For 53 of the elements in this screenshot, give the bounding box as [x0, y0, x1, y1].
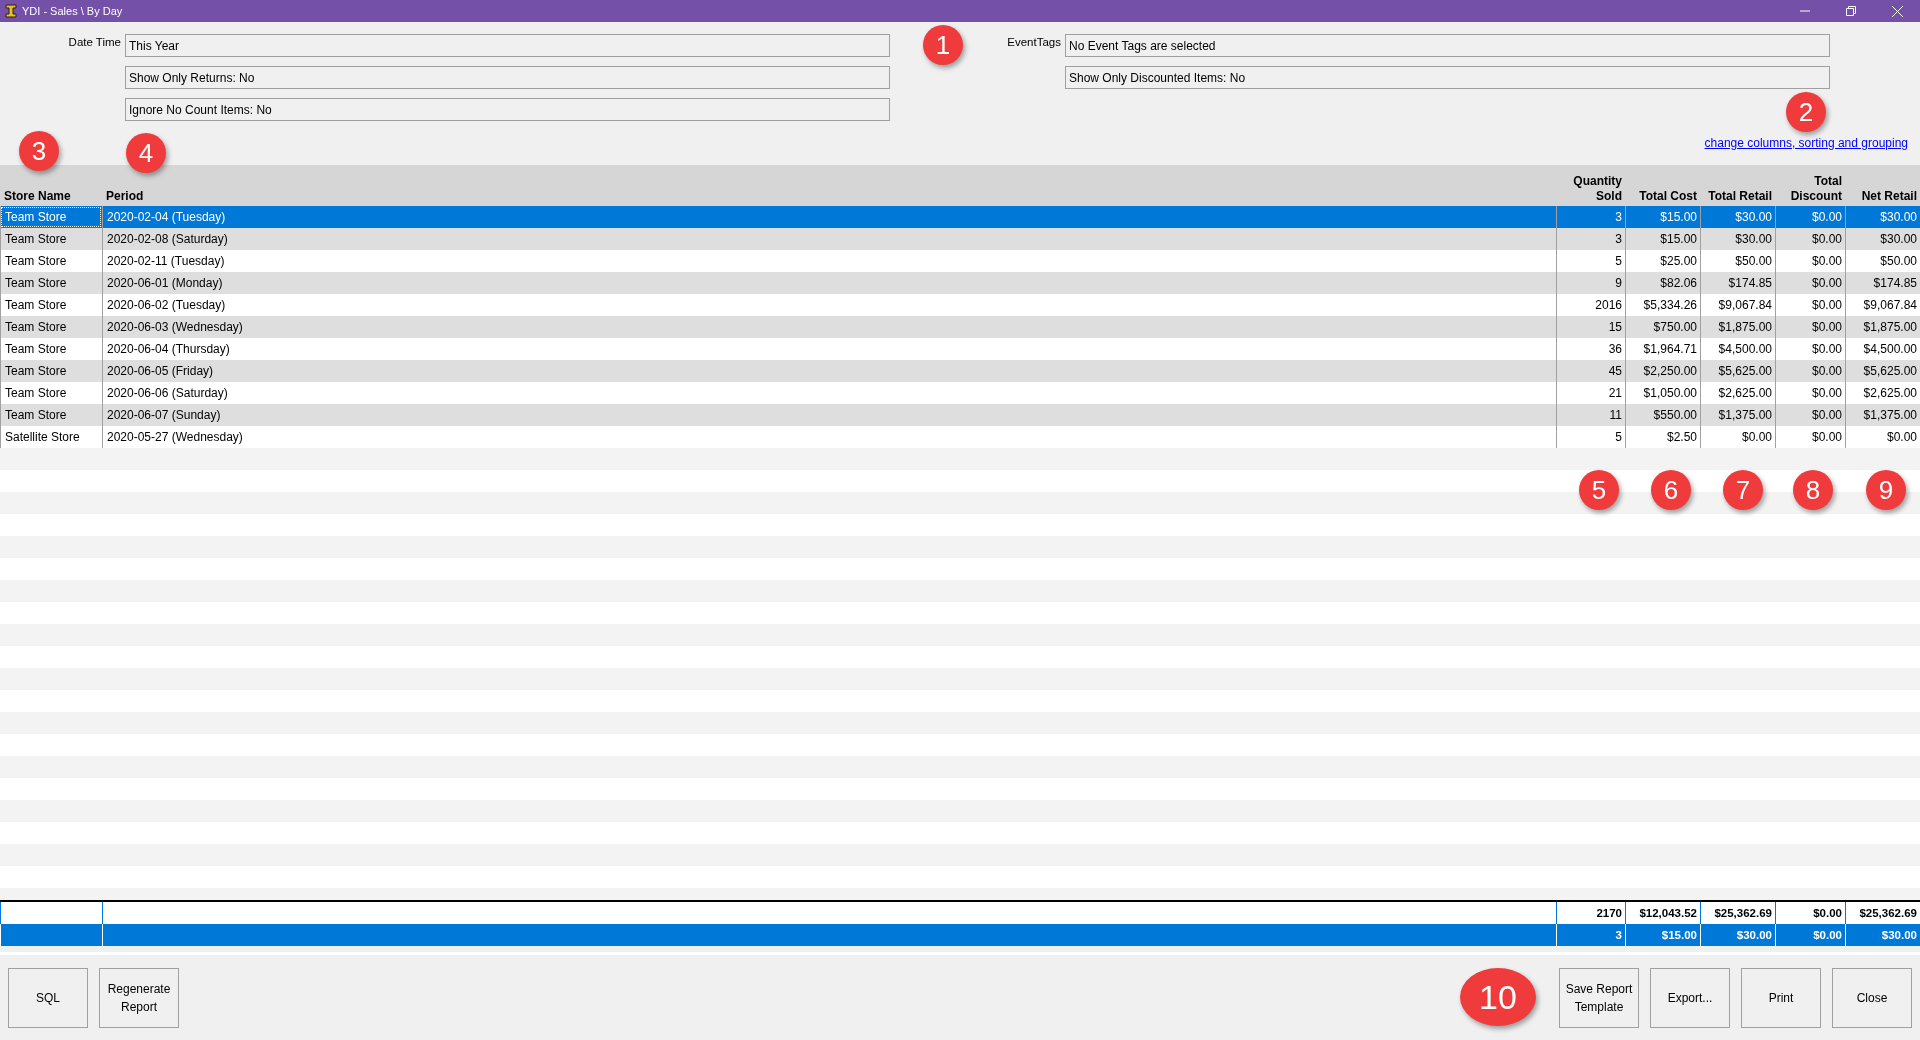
restore-icon: [1846, 6, 1856, 16]
total-cell: $30.00: [1700, 924, 1775, 946]
filter-field[interactable]: No Event Tags are selected: [1065, 34, 1830, 57]
column-header[interactable]: Total Cost: [1625, 189, 1700, 206]
table-row[interactable]: Team Store 2020-06-06 (Saturday) 21 $1,050.00 $2,625.00 $0.00 $2,625.00: [0, 382, 1920, 404]
column-header[interactable]: Quantity Sold: [1556, 174, 1625, 206]
total-cell: 3: [1556, 924, 1625, 946]
action-button[interactable]: Export...: [1650, 967, 1730, 1028]
column-header[interactable]: Store Name: [0, 189, 102, 206]
filter-field[interactable]: Show Only Returns: No: [125, 66, 890, 89]
filter-field[interactable]: This Year: [125, 34, 890, 57]
table-row[interactable]: Team Store 2020-06-03 (Wednesday) 15 $750.00 $1,875.00 $0.00 $1,875.00: [0, 316, 1920, 338]
filter-field[interactable]: Ignore No Count Items: No: [125, 98, 890, 121]
filter-label: Date Time: [67, 36, 122, 48]
table-row[interactable]: Satellite Store 2020-05-27 (Wednesday) 5 $2.50 $0.00 $0.00 $0.00: [0, 426, 1920, 448]
table-cell: Satellite Store: [0, 426, 102, 448]
callout-marker: 4: [126, 133, 166, 173]
app-icon: [4, 4, 18, 18]
table-row[interactable]: Team Store 2020-02-11 (Tuesday) 5 $25.00 $50.00 $0.00 $50.00: [0, 250, 1920, 272]
table-row[interactable]: Team Store 2020-02-04 (Tuesday) 3 $15.00 $30.00 $0.00 $30.00: [0, 206, 1920, 228]
window-title: YDI - Sales \ By Day: [22, 5, 124, 17]
table-cell: $2.50: [1625, 426, 1700, 448]
settings-link[interactable]: change columns, sorting and grouping: [1704, 136, 1908, 150]
column-header[interactable]: Period: [102, 189, 1556, 206]
action-button[interactable]: Print: [1741, 967, 1821, 1028]
table-row[interactable]: Team Store 2020-06-07 (Sunday) 11 $550.00 $1,375.00 $0.00 $1,375.00: [0, 404, 1920, 426]
action-button[interactable]: Close: [1832, 967, 1912, 1028]
total-cell: $0.00: [1775, 924, 1845, 946]
table-row[interactable]: Team Store 2020-02-08 (Saturday) 3 $15.00 $30.00 $0.00 $30.00: [0, 228, 1920, 250]
table-row[interactable]: Team Store 2020-06-05 (Friday) 45 $2,250.00 $5,625.00 $0.00 $5,625.00: [0, 360, 1920, 382]
column-header[interactable]: Net Retail: [1845, 189, 1920, 206]
table-cell: $0.00: [1775, 426, 1845, 448]
action-button[interactable]: Regenerate Report: [99, 967, 179, 1028]
table-row[interactable]: Team Store 2020-06-04 (Thursday) 36 $1,964.71 $4,500.00 $0.00 $4,500.00: [0, 338, 1920, 360]
table-cell: $0.00: [1700, 426, 1775, 448]
callout-marker: 1: [923, 25, 963, 65]
callout-marker: 3: [19, 131, 59, 171]
action-button[interactable]: Save Report Template: [1559, 967, 1639, 1028]
table-cell: 5: [1556, 426, 1625, 448]
table-cell: $0.00: [1845, 426, 1920, 448]
column-header[interactable]: Total Discount: [1775, 174, 1845, 206]
table-row[interactable]: Team Store 2020-06-01 (Monday) 9 $82.06 $174.85 $0.00 $174.85: [0, 272, 1920, 294]
total-cell: $30.00: [1845, 924, 1920, 946]
close-icon: [1891, 5, 1903, 17]
filter-field[interactable]: Show Only Discounted Items: No: [1065, 66, 1830, 89]
filter-label: EventTags: [1006, 36, 1062, 48]
table-cell: 2020-05-27 (Wednesday): [102, 426, 1556, 448]
callout-marker: 10: [1460, 968, 1536, 1026]
action-button[interactable]: SQL: [8, 967, 88, 1028]
column-header[interactable]: Total Retail: [1700, 189, 1775, 206]
callout-marker: 2: [1786, 92, 1826, 132]
table-row[interactable]: Team Store 2020-06-02 (Tuesday) 2016 $5,334.26 $9,067.84 $0.00 $9,067.84: [0, 294, 1920, 316]
total-cell: $15.00: [1625, 924, 1700, 946]
